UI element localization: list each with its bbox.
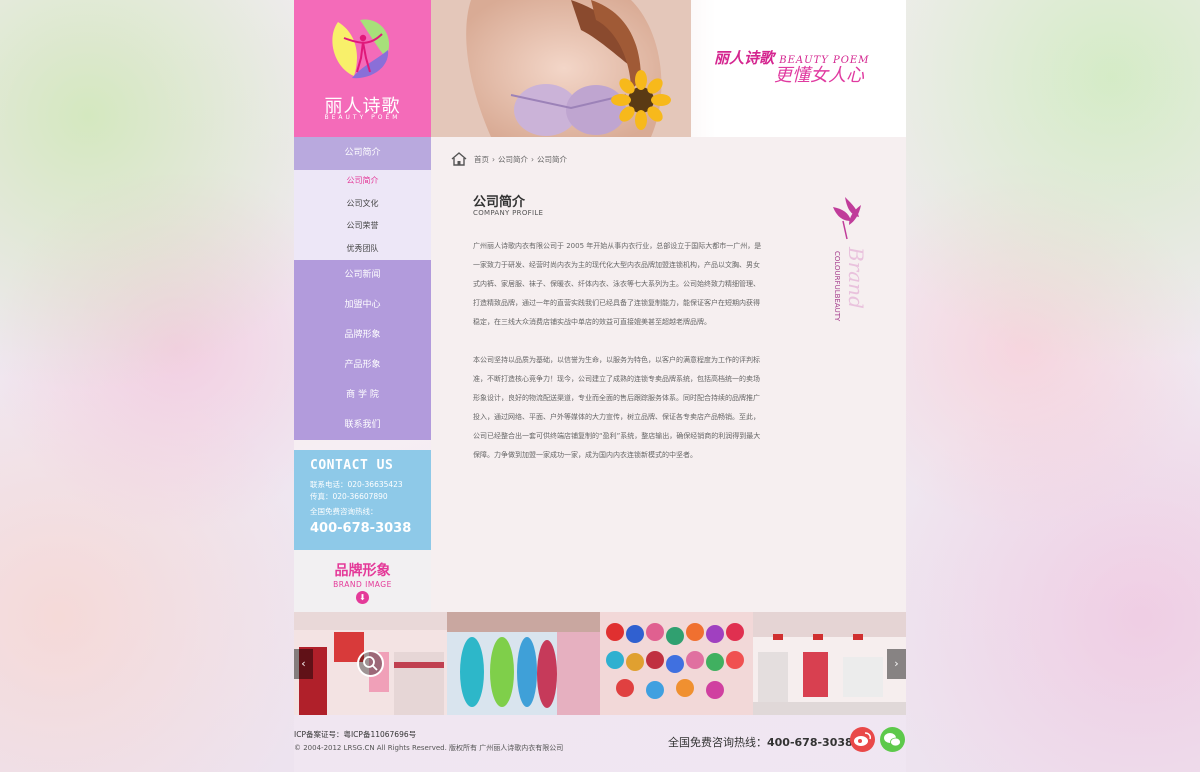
home-icon[interactable] <box>451 152 467 166</box>
sidebar-mainnav: 公司新闻 加盟中心 品牌形象 产品形象 商 学 院 联系我们 <box>294 260 431 440</box>
footer: ICP备案证号：粤ICP备11067696号 © 2004-2012 LRSG.… <box>294 715 906 772</box>
magnifier-icon <box>363 656 378 671</box>
nav-item-contact[interactable]: 联系我们 <box>294 410 431 440</box>
sidebar: 公司简介 公司简介 公司文化 公司荣誉 优秀团队 公司新闻 加盟中心 品牌形象 … <box>294 137 431 612</box>
contact-fax: 传真：020-36607890 <box>310 492 388 501</box>
breadcrumb-separator-icon: › <box>531 154 534 164</box>
nav-item-academy[interactable]: 商 学 院 <box>294 380 431 410</box>
page-subtitle: COMPANY PROFILE <box>473 209 544 217</box>
wechat-icon[interactable] <box>880 727 905 752</box>
zoom-icon[interactable] <box>357 650 384 677</box>
logo-mark-icon <box>332 19 390 79</box>
article-body: 广州丽人诗歌内衣有限公司于 2005 年开始从事内衣行业，总部设立于国际大都市一… <box>473 237 763 484</box>
subnav-item-profile[interactable]: 公司简介 <box>294 170 431 193</box>
brand-image-subtitle: BRAND IMAGE <box>333 580 392 589</box>
subnav-item-team[interactable]: 优秀团队 <box>294 238 431 261</box>
svg-text:Brand: Brand <box>844 246 868 309</box>
brand-image-title: 品牌形象 <box>334 563 391 579</box>
breadcrumb: 首页 › 公司简介 › 公司简介 <box>451 152 567 166</box>
footer-hotline: 全国免费咨询热线：400-678-3038 <box>668 734 853 750</box>
subnav-item-culture[interactable]: 公司文化 <box>294 193 431 216</box>
footer-icp[interactable]: ICP备案证号：粤ICP备11067696号 <box>294 729 416 740</box>
footer-copyright: © 2004-2012 LRSG.CN All Rights Reserved.… <box>294 744 564 752</box>
banner-model-image <box>431 0 691 137</box>
header-banner: 丽人诗歌 BEAUTY POEM 更懂女人心 <box>431 0 906 137</box>
banner-slogan-cn: 丽人诗歌 <box>714 49 775 67</box>
page-title: 公司简介 <box>473 195 526 210</box>
background-left <box>0 0 294 772</box>
background-right <box>906 0 1200 772</box>
weibo-glyph-icon <box>854 732 871 746</box>
gallery-image-store-3[interactable] <box>600 612 753 715</box>
arrow-down-icon[interactable]: ⬇ <box>356 591 369 604</box>
nav-item-product-image[interactable]: 产品形象 <box>294 350 431 380</box>
nav-item-brand-image[interactable]: 品牌形象 <box>294 320 431 350</box>
sidebar-subnav: 公司简介 公司文化 公司荣誉 优秀团队 <box>294 170 431 260</box>
banner-slogan-2: 更懂女人心 <box>774 65 864 86</box>
article-paragraph: 广州丽人诗歌内衣有限公司于 2005 年开始从事内衣行业，总部设立于国际大都市一… <box>473 242 762 326</box>
subnav-item-honors[interactable]: 公司荣誉 <box>294 215 431 238</box>
breadcrumb-current: 公司简介 <box>537 154 567 164</box>
contact-title: CONTACT US <box>310 458 394 473</box>
nav-item-news[interactable]: 公司新闻 <box>294 260 431 290</box>
nav-item-franchise[interactable]: 加盟中心 <box>294 290 431 320</box>
article-paragraph: 本公司坚持以品质为基础，以信誉为生命，以服务为特色，以客户的满意程度为工作的评判… <box>473 356 761 459</box>
gallery-next-button[interactable]: › <box>887 649 906 679</box>
colourful-beauty-decoration: Brand COLOURFULBEAUTY <box>833 197 868 322</box>
deco-text: COLOURFULBEAUTY <box>833 251 841 322</box>
breadcrumb-home[interactable]: 首页 <box>474 154 489 165</box>
logo[interactable]: 丽人诗歌 BEAUTY POEM <box>294 0 431 137</box>
wechat-glyph-icon <box>884 733 901 747</box>
page-container: 丽人诗歌 BEAUTY POEM 丽人诗歌 BEAUTY POEM 更懂女人心 … <box>294 0 906 772</box>
footer-hotline-number: 400-678-3038 <box>767 736 853 749</box>
contact-hotline-label: 全国免费咨询热线： <box>310 507 378 516</box>
brand-image-box[interactable]: 品牌形象 BRAND IMAGE ⬇ <box>294 550 431 612</box>
breadcrumb-separator-icon: › <box>492 154 495 164</box>
gallery-prev-button[interactable]: ‹ <box>294 649 313 679</box>
contact-panel: CONTACT US 联系电话：020-36635423 传真：020-3660… <box>294 450 431 550</box>
breadcrumb-section[interactable]: 公司简介 <box>498 154 528 165</box>
gallery-image-store-4[interactable] <box>753 612 906 715</box>
footer-hotline-label: 全国免费咨询热线： <box>668 736 767 749</box>
weibo-icon[interactable] <box>850 727 875 752</box>
main-content: 首页 › 公司简介 › 公司简介 公司简介 COMPANY PROFILE 广州… <box>431 137 906 612</box>
gallery-image-store-2[interactable] <box>447 612 600 715</box>
contact-phone: 联系电话：020-36635423 <box>310 480 403 489</box>
logo-text-en: BEAUTY POEM <box>324 114 401 121</box>
sidebar-section-title[interactable]: 公司简介 <box>294 137 431 170</box>
contact-hotline-number: 400-678-3038 <box>310 521 412 536</box>
store-gallery: ‹ › <box>294 612 906 715</box>
